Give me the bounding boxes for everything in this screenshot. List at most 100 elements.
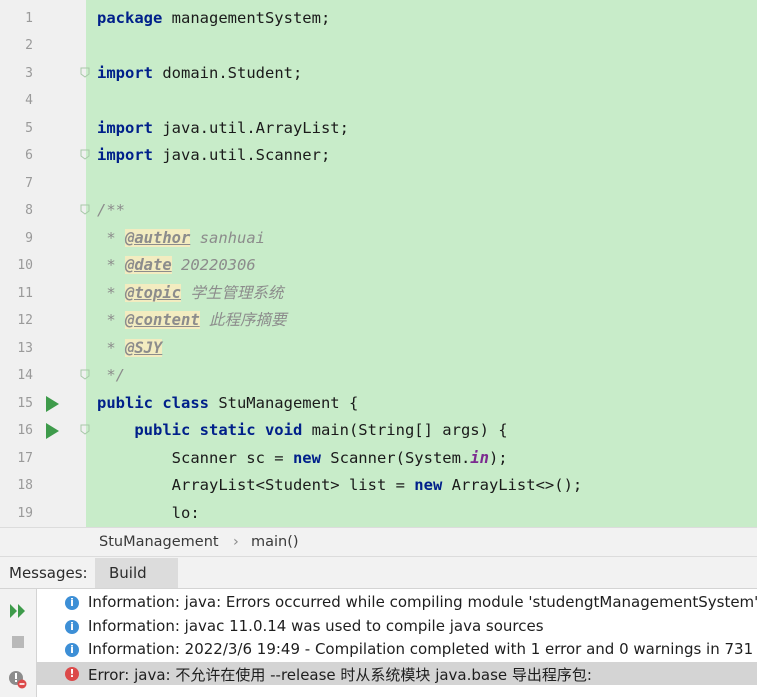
code-line[interactable]: 11 * @topic 学生管理系统 (0, 280, 757, 308)
code-line[interactable]: 2 (0, 32, 757, 60)
code-token: import (97, 118, 153, 137)
message-info-row[interactable]: i Information: javac 11.0.14 was used to … (37, 615, 757, 639)
fold-icon[interactable] (80, 149, 90, 160)
breadcrumb: StuManagement › main() (0, 527, 757, 557)
line-number: 11 (17, 285, 33, 301)
code-line[interactable]: 19 lo: (0, 500, 757, 528)
code-line[interactable]: 3 import domain.Student; (0, 60, 757, 88)
code-editor[interactable]: 1 package managementSystem; 2 3 import domai… (0, 0, 757, 527)
code-token: StuManagement { (208, 393, 359, 412)
code-line[interactable]: 9 * @author sanhuai (0, 225, 757, 253)
messages-header: Messages: Build (0, 557, 757, 589)
message-info-row[interactable]: i Information: 2022/3/6 19:49 - Compilati… (37, 638, 757, 662)
line-number: 18 (17, 478, 33, 493)
code-token: ArrayList<Student> list = (97, 476, 415, 494)
info-icon: i (65, 643, 79, 657)
line-number: 8 (25, 203, 33, 218)
breadcrumb-separator: › (233, 534, 239, 550)
code-text: lo: (97, 500, 200, 528)
fold-icon[interactable] (80, 369, 90, 380)
messages-toolbar (0, 589, 37, 697)
fold-icon[interactable] (80, 424, 90, 435)
code-token: import (97, 63, 153, 82)
code-text: * @topic 学生管理系统 (97, 280, 283, 308)
run-gutter-icon[interactable] (46, 395, 59, 412)
code-token: 此程序摘要 (199, 311, 287, 329)
code-line[interactable]: 10 * @date 20220306 (0, 252, 757, 280)
code-token: new (292, 448, 321, 467)
code-line[interactable]: 4 (0, 87, 757, 115)
tab-build[interactable]: Build (95, 558, 178, 588)
line-number: 19 (17, 505, 33, 521)
line-number: 17 (17, 450, 33, 466)
line-number: 6 (25, 148, 33, 163)
code-token: ); (488, 448, 508, 467)
code-line[interactable]: 6 import java.util.Scanner; (0, 142, 757, 170)
code-text: public class StuManagement { (97, 390, 358, 418)
message-info-row[interactable]: i Information: java: Errors occurred whil… (37, 591, 757, 615)
message-error-row[interactable]: ! Error: java: 不允许在使用 --release 时从系统模块 ja… (37, 661, 757, 685)
line-number: 2 (25, 38, 33, 53)
code-text: * @date 20220306 (97, 252, 256, 280)
messages-list[interactable]: i Information: java: Errors occurred whil… (37, 589, 757, 697)
code-token: java.util.ArrayList; (153, 118, 349, 137)
code-line[interactable]: 16 public static void main(String[] args… (0, 417, 757, 445)
error-filter-icon[interactable] (8, 669, 28, 689)
code-token: Scanner sc = (97, 448, 293, 467)
run-gutter-icon[interactable] (46, 423, 59, 439)
code-line[interactable]: 15 public class StuManagement { (0, 390, 757, 418)
code-token: @topic (125, 283, 181, 302)
fold-icon[interactable] (80, 67, 90, 78)
code-text: import java.util.ArrayList; (97, 115, 349, 143)
info-icon: i (65, 596, 79, 610)
code-line[interactable]: 14 */ (0, 362, 757, 390)
code-text: /** (97, 197, 125, 225)
code-token: @date (125, 256, 172, 274)
stop-icon[interactable] (8, 632, 28, 652)
code-text: import domain.Student; (97, 60, 302, 88)
line-number: 16 (17, 423, 33, 438)
code-token: * (97, 256, 125, 274)
code-line[interactable]: 8 /** (0, 197, 757, 225)
code-token: lo: (97, 503, 200, 522)
message-text: Information: 2022/3/6 19:49 - Compilatio… (88, 640, 757, 658)
code-line[interactable]: 12 * @content 此程序摘要 (0, 307, 757, 335)
code-line[interactable]: 18 ArrayList<Student> list = new ArrayLi… (0, 472, 757, 500)
code-token: 20220306 (171, 256, 256, 274)
line-number: 5 (25, 120, 33, 136)
tab-build-label: Build (109, 564, 147, 582)
code-token: /** (97, 201, 125, 219)
code-token: main(String[] args) { (302, 421, 508, 439)
breadcrumb-class[interactable]: StuManagement (99, 534, 219, 550)
code-line[interactable]: 17 Scanner sc = new Scanner(System.in); (0, 445, 757, 473)
code-token: @content (125, 311, 200, 329)
breadcrumb-method[interactable]: main() (251, 534, 299, 550)
line-number: 13 (17, 340, 33, 356)
code-token: * (97, 228, 125, 247)
code-text: package managementSystem; (97, 5, 330, 33)
code-token: new (414, 476, 443, 494)
code-token: public class (97, 393, 209, 412)
code-token: @author (125, 228, 191, 247)
message-text: Error: java: 不允许在使用 --release 时从系统模块 jav… (88, 665, 592, 684)
code-token: ArrayList<>(); (442, 476, 583, 494)
line-number: 15 (17, 395, 33, 411)
line-number: 10 (17, 258, 33, 273)
info-icon: i (65, 619, 79, 634)
code-line[interactable]: 13 * @SJY (0, 335, 757, 363)
message-text: Information: java: Errors occurred while… (88, 593, 757, 611)
code-token: Scanner(System. (320, 448, 471, 467)
code-line[interactable]: 7 (0, 170, 757, 198)
code-line[interactable]: 1 package managementSystem; (0, 5, 757, 33)
code-token: managementSystem; (162, 8, 331, 27)
code-line[interactable]: 5 import java.util.ArrayList; (0, 115, 757, 143)
code-token: 学生管理系统 (181, 283, 284, 302)
message-text: Information: javac 11.0.14 was used to c… (88, 616, 544, 635)
code-text: ArrayList<Student> list = new ArrayList<… (97, 472, 583, 500)
code-text: * @author sanhuai (97, 225, 265, 253)
fold-icon[interactable] (80, 204, 90, 215)
rerun-icon[interactable] (8, 601, 28, 621)
code-token: package (97, 8, 163, 27)
line-number: 4 (25, 93, 33, 108)
